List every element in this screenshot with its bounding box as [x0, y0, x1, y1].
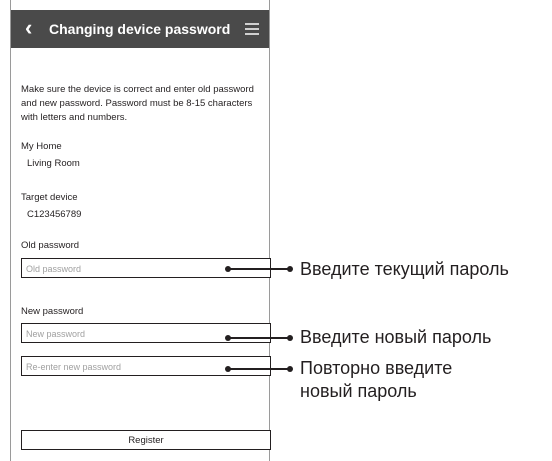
- register-button[interactable]: Register: [21, 430, 271, 450]
- instructions-text: Make sure the device is correct and ente…: [21, 84, 254, 123]
- new-password-field[interactable]: [21, 323, 271, 343]
- menu-icon[interactable]: [245, 23, 259, 35]
- callout-dot-old-end: [287, 266, 293, 272]
- annotation-reenter-line2: новый пароль: [300, 381, 417, 401]
- annotation-reenter-line1: Повторно введите: [300, 358, 453, 378]
- app-header: ‹ Changing device password: [11, 10, 269, 48]
- reenter-password-field[interactable]: [21, 356, 271, 376]
- callout-dot-new-end: [287, 335, 293, 341]
- target-device-value: C123456789: [27, 209, 82, 220]
- page-title: Changing device password: [49, 21, 231, 37]
- callout-line-old: [226, 268, 290, 270]
- annotation-new-password: Введите новый пароль: [300, 327, 492, 347]
- reenter-password-input[interactable]: [22, 358, 216, 376]
- callout-line-reenter: [226, 368, 290, 370]
- target-device-label: Target device: [21, 192, 78, 203]
- new-password-label: New password: [21, 306, 84, 317]
- old-password-input[interactable]: [22, 260, 216, 278]
- callout-line-new: [226, 337, 290, 339]
- annotation-old-password: Введите текущий пароль: [300, 259, 509, 279]
- new-password-input[interactable]: [22, 325, 216, 343]
- old-password-label: Old password: [21, 240, 80, 251]
- home-label: My Home: [21, 141, 62, 152]
- home-value: Living Room: [27, 158, 80, 169]
- back-icon[interactable]: ‹: [25, 16, 32, 40]
- callout-dot-reenter-end: [287, 366, 293, 372]
- annotation-reenter-password: Повторно введите новый пароль: [300, 357, 452, 403]
- phone-screen: ‹ Changing device password Make sure the…: [10, 0, 271, 461]
